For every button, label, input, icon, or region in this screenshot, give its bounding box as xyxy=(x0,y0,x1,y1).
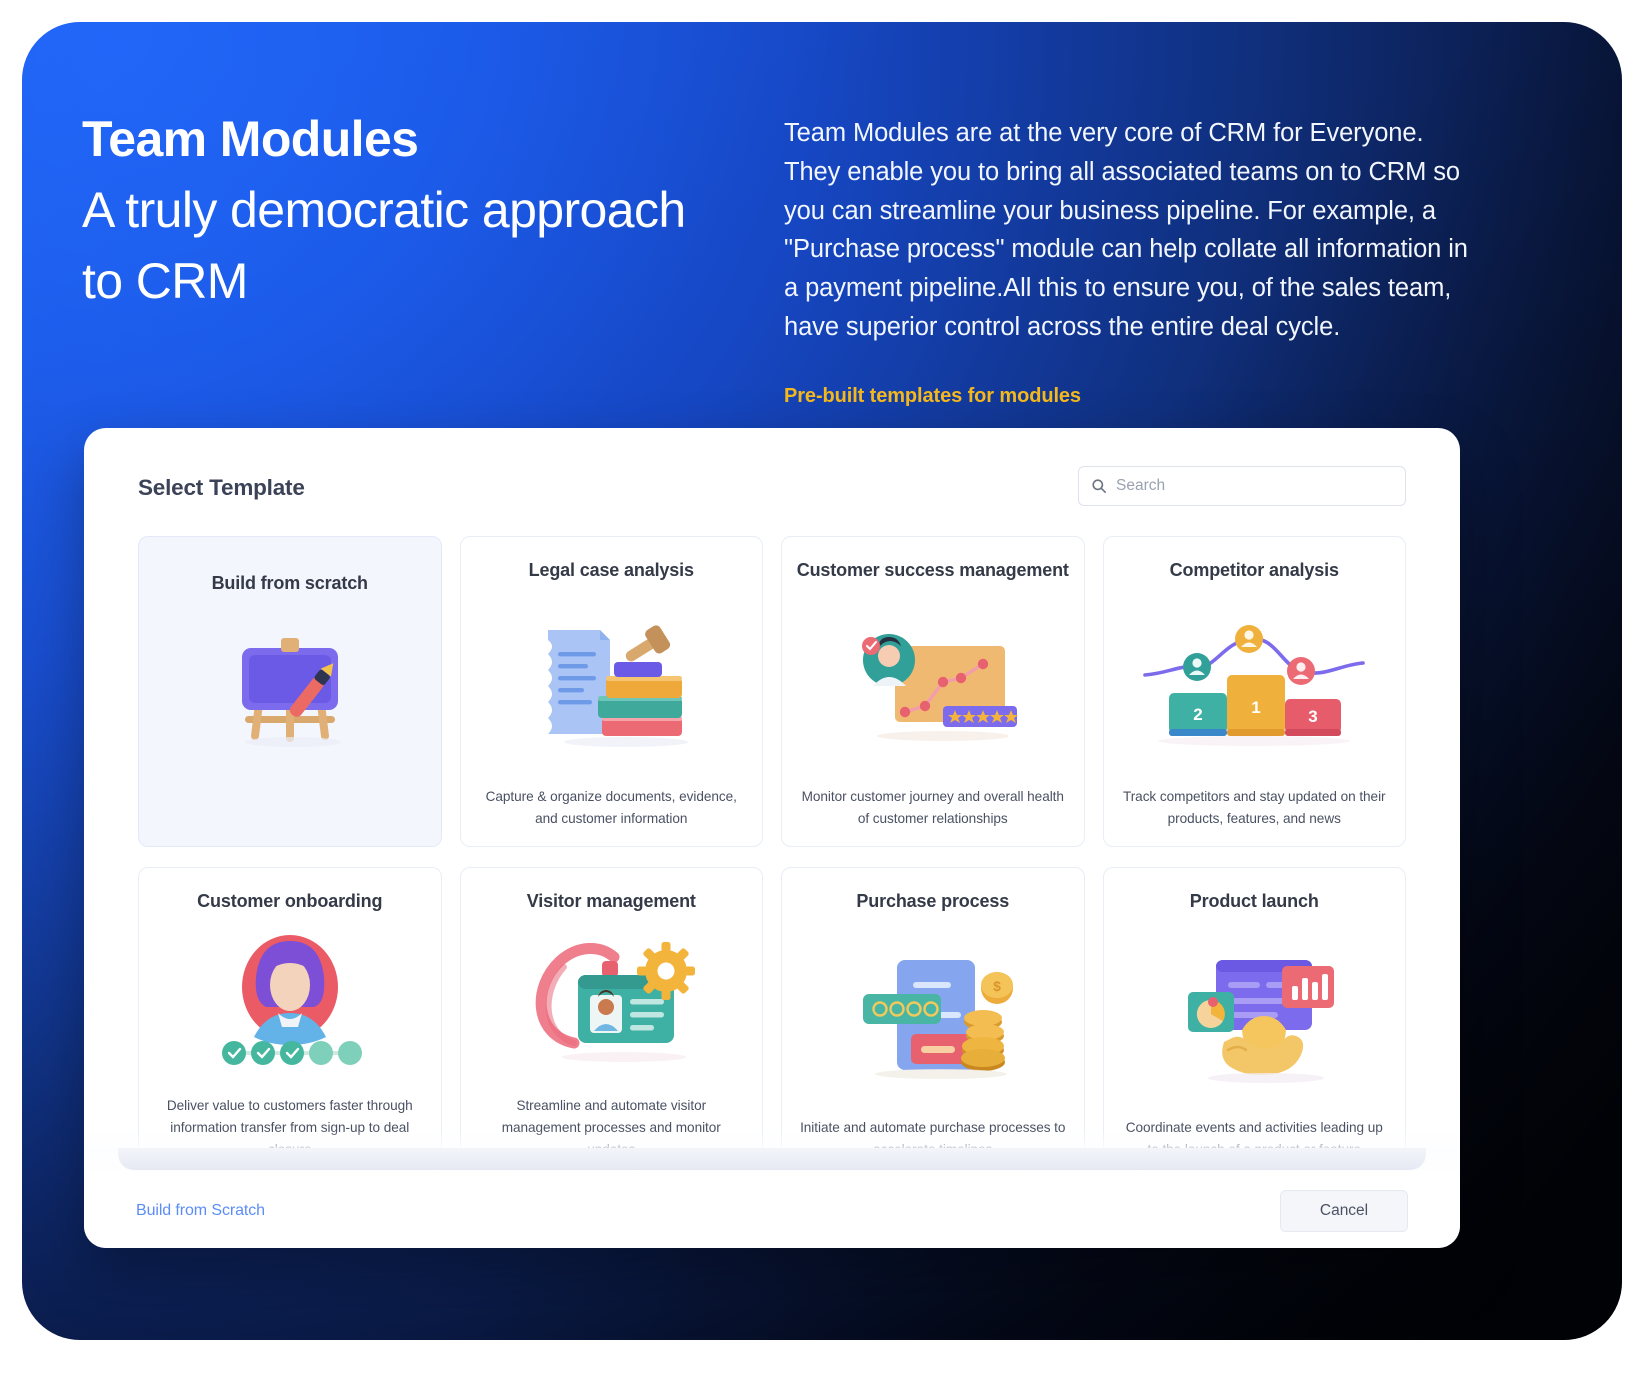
dialog-header: Select Template xyxy=(84,428,1460,536)
template-card[interactable]: Purchase process $ Initiate and automate… xyxy=(781,867,1085,1176)
cancel-button[interactable]: Cancel xyxy=(1280,1190,1408,1232)
dialog-footer: Build from Scratch Cancel xyxy=(84,1176,1460,1248)
dialog-title: Select Template xyxy=(138,475,305,500)
invoice-coins-card-icon: $ xyxy=(796,914,1070,1117)
template-card[interactable]: Customer success management Monitor cust… xyxy=(781,536,1085,847)
template-card-title: Visitor management xyxy=(526,891,696,911)
podium-line-chart-icon: 2 1 3 xyxy=(1118,583,1392,786)
template-card-description: Streamline and automate visitor manageme… xyxy=(501,1097,721,1157)
template-card[interactable]: Legal case analysis Capture & organize d… xyxy=(459,536,763,847)
dashboard-rocket-hand-icon xyxy=(1118,914,1392,1117)
template-card-title: Competitor analysis xyxy=(1169,560,1339,580)
template-grid-scroll[interactable]: Build from scratch Legal case analysis C… xyxy=(84,536,1460,1176)
template-card-title: Customer success management xyxy=(796,560,1069,580)
template-card-title: Legal case analysis xyxy=(528,560,694,580)
build-from-scratch-link[interactable]: Build from Scratch xyxy=(136,1202,265,1220)
page-title: Team Modules A truly democratic approach… xyxy=(82,104,722,317)
avatar-progress-steps-icon xyxy=(153,914,427,1095)
svg-text:2: 2 xyxy=(1194,705,1203,724)
id-badge-gear-icon xyxy=(475,914,749,1095)
template-card-title: Purchase process xyxy=(856,891,1010,911)
template-card-description: Initiate and automate purchase processes… xyxy=(800,1119,1066,1157)
search-icon xyxy=(1091,478,1107,494)
template-card[interactable]: Product launch Coordinate events and act… xyxy=(1102,867,1406,1176)
easel-paintbrush-icon xyxy=(153,596,427,830)
prebuilt-templates-link[interactable]: Pre-built templates for modules xyxy=(784,385,1081,408)
gavel-books-document-icon xyxy=(475,583,749,786)
template-card-title: Customer onboarding xyxy=(197,891,383,911)
template-grid: Build from scratch Legal case analysis C… xyxy=(138,536,1406,1176)
chart-avatar-stars-icon xyxy=(796,583,1070,786)
template-card[interactable]: Build from scratch xyxy=(138,536,442,847)
template-card-description: Coordinate events and activities leading… xyxy=(1125,1119,1383,1157)
template-card-title: Build from scratch xyxy=(211,573,368,593)
template-card-description: Capture & organize documents, evidence, … xyxy=(485,788,737,826)
hero-description: Team Modules are at the very core of CRM… xyxy=(784,119,1468,341)
template-card[interactable]: Customer onboarding Deliver value to cus… xyxy=(138,867,442,1176)
template-card-description: Deliver value to customers faster throug… xyxy=(166,1097,413,1157)
select-template-dialog: Select Template Build from scratch xyxy=(84,428,1460,1248)
search-box[interactable] xyxy=(1078,466,1406,506)
svg-text:$: $ xyxy=(993,978,1001,994)
template-card-description: Monitor customer journey and overall hea… xyxy=(801,788,1064,826)
search-input[interactable] xyxy=(1116,477,1393,495)
template-card[interactable]: Visitor management Streamline and automa… xyxy=(459,867,763,1176)
svg-text:1: 1 xyxy=(1252,698,1261,717)
page-title-subtitle: A truly democratic approach to CRM xyxy=(82,182,686,309)
template-card-title: Product launch xyxy=(1189,891,1319,911)
svg-text:3: 3 xyxy=(1309,707,1318,726)
gradient-backdrop: Team Modules A truly democratic approach… xyxy=(22,22,1622,1340)
template-card-description: Track competitors and stay updated on th… xyxy=(1122,788,1386,826)
page-title-bold: Team Modules xyxy=(82,111,419,167)
template-card[interactable]: Competitor analysis 2 1 3 Track competit… xyxy=(1102,536,1406,847)
